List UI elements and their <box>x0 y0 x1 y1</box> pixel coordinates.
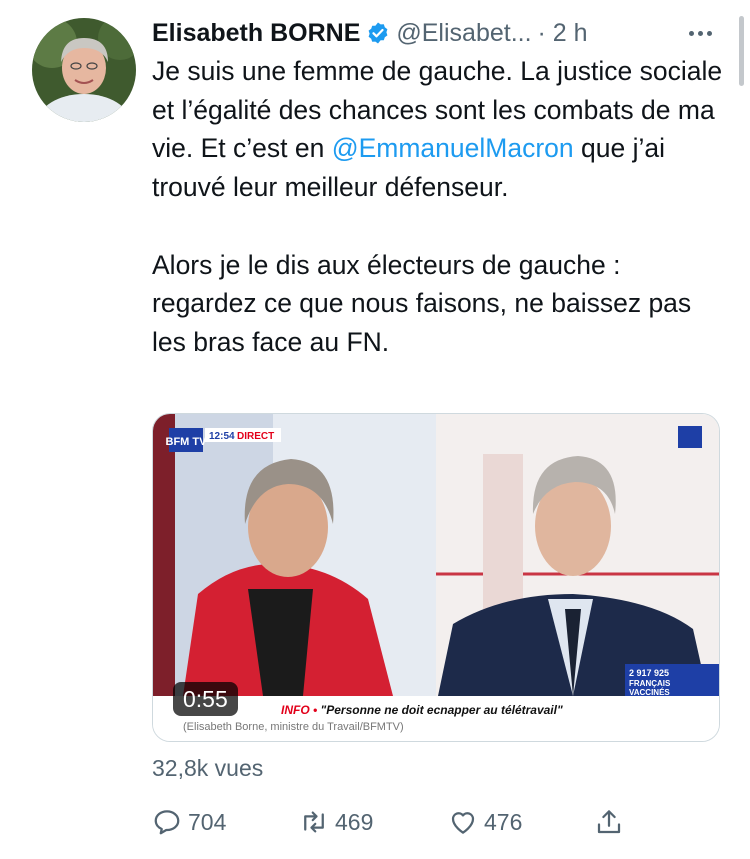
video-player[interactable]: BFM TV 12:54 DIRECT 2 917 925 FRANÇAIS V… <box>153 414 719 696</box>
ticker-tag: INFO • <box>281 703 318 717</box>
reply-count: 704 <box>188 808 227 835</box>
action-bar: 704 469 476 <box>152 802 722 842</box>
vaccine-line1: FRANÇAIS <box>629 679 671 688</box>
tweet-header: Elisabeth BORNE @Elisabet... · 2 h <box>152 16 730 50</box>
share-icon <box>597 810 621 834</box>
author-avatar[interactable] <box>32 18 136 122</box>
video-clock: 12:54 <box>209 431 235 442</box>
view-count: 32,8k vues <box>152 755 264 781</box>
like-button[interactable]: 476 <box>448 802 522 842</box>
scrollbar[interactable] <box>739 16 744 86</box>
vaccine-line2: VACCINÉS <box>629 688 670 696</box>
video-frame: BFM TV 12:54 DIRECT 2 917 925 FRANÇAIS V… <box>153 414 719 696</box>
author-name[interactable]: Elisabeth BORNE <box>152 19 360 48</box>
tweet-text: Je suis une femme de gauche. La justice … <box>152 52 732 362</box>
channel-logo: BFM TV <box>166 436 208 448</box>
reply-icon <box>154 810 180 835</box>
tweet-timestamp[interactable]: · 2 h <box>538 19 588 48</box>
live-label: DIRECT <box>237 431 274 442</box>
tweet-paragraph-2: Alors je le dis aux électeurs de gauche … <box>152 249 692 357</box>
more-icon[interactable] <box>680 16 720 50</box>
ticker-headline-line: INFO • "Personne ne doit ecnapper au tél… <box>281 703 563 717</box>
verified-icon <box>368 22 388 44</box>
video-ticker: INFO • "Personne ne doit ecnapper au tél… <box>153 696 719 741</box>
tweet-paragraph-1: Je suis une femme de gauche. La justice … <box>152 52 732 207</box>
ticker-caption: (Elisabeth Borne, ministre du Travail/BF… <box>183 721 404 733</box>
avatar-image <box>32 18 136 122</box>
video-card[interactable]: BFM TV 12:54 DIRECT 2 917 925 FRANÇAIS V… <box>152 413 720 742</box>
ticker-headline: "Personne ne doit ecnapper au télétravai… <box>320 703 563 717</box>
like-count: 476 <box>484 808 523 835</box>
mention-link[interactable]: @EmmanuelMacron <box>332 133 574 163</box>
vaccine-count: 2 917 925 <box>629 668 669 678</box>
author-handle[interactable]: @Elisabet... <box>396 19 531 48</box>
like-icon <box>451 812 475 834</box>
video-duration: 0:55 <box>173 682 238 716</box>
retweet-count: 469 <box>335 808 374 835</box>
reply-button[interactable]: 704 <box>152 802 226 842</box>
share-button[interactable] <box>594 802 624 842</box>
retweet-icon <box>304 811 324 833</box>
retweet-button[interactable]: 469 <box>299 802 373 842</box>
